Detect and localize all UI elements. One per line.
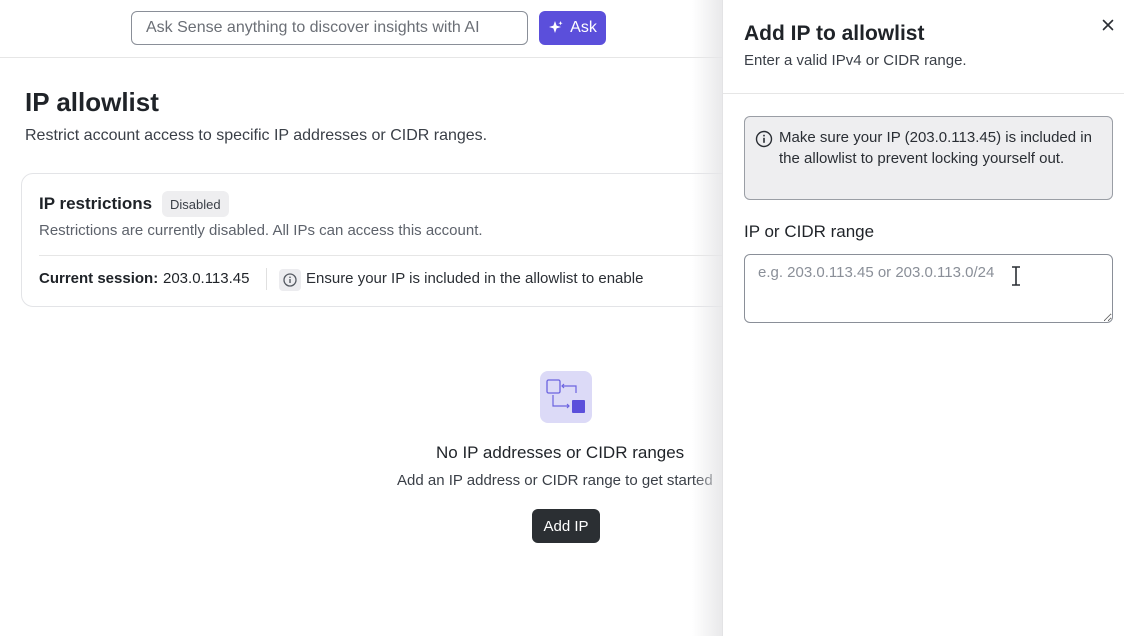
current-session-ip: 203.0.113.45 <box>163 270 250 287</box>
drawer-shadow <box>692 0 723 636</box>
page-subtitle: Restrict account access to specific IP a… <box>25 127 488 144</box>
drawer-divider <box>723 93 1124 94</box>
ask-ai-input[interactable] <box>131 11 528 45</box>
close-icon <box>1102 19 1114 31</box>
ip-cidr-input[interactable] <box>744 254 1113 323</box>
add-ip-drawer: Add IP to allowlist Enter a valid IPv4 o… <box>722 0 1124 636</box>
session-info-text: Ensure your IP is included in the allowl… <box>306 270 644 287</box>
network-flow-icon <box>540 371 592 423</box>
ask-button-label: Ask <box>570 19 597 36</box>
card-divider <box>39 255 759 256</box>
ip-restrictions-card: IP restrictions Disabled Restrictions ar… <box>21 173 781 307</box>
session-separator <box>266 268 267 290</box>
alert-text: Make sure your IP (203.0.113.45) is incl… <box>779 129 1092 167</box>
drawer-subtitle: Enter a valid IPv4 or CIDR range. <box>744 52 967 69</box>
ask-button[interactable]: Ask <box>539 11 606 45</box>
sparkle-icon <box>549 21 563 33</box>
ip-field-label: IP or CIDR range <box>744 222 875 241</box>
add-ip-button[interactable]: Add IP <box>532 509 600 543</box>
card-description: Restrictions are currently disabled. All… <box>39 222 483 239</box>
status-badge: Disabled <box>162 191 229 217</box>
page-title: IP allowlist <box>25 87 159 117</box>
current-session-label: Current session: <box>39 270 159 287</box>
drawer-title: Add IP to allowlist <box>744 22 925 45</box>
info-icon <box>755 130 773 148</box>
close-button[interactable] <box>1098 15 1118 35</box>
empty-state-description: Add an IP address or CIDR range to get s… <box>397 472 713 489</box>
info-icon <box>279 269 301 291</box>
empty-state-title: No IP addresses or CIDR ranges <box>436 443 685 462</box>
lockout-warning-alert: Make sure your IP (203.0.113.45) is incl… <box>744 116 1113 200</box>
card-title: IP restrictions <box>39 194 153 213</box>
